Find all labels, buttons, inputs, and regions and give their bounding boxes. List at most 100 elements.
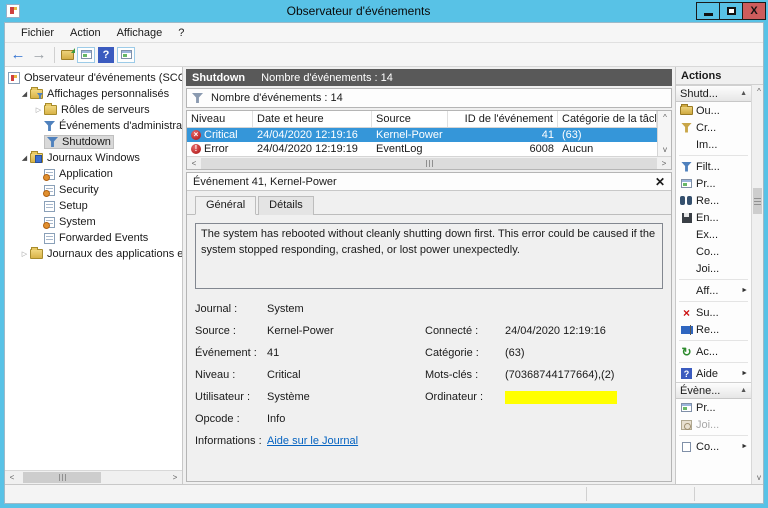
scrollbar-thumb[interactable] xyxy=(753,188,762,214)
show-action-pane-button[interactable] xyxy=(117,46,135,63)
scroll-right-icon[interactable]: > xyxy=(657,157,671,170)
filter-count-label: Nombre d'événements : 14 xyxy=(211,92,343,104)
actions-separator xyxy=(679,362,748,363)
table-row-error[interactable]: ! Error 24/04/2020 12:19:19 EventLog 600… xyxy=(187,142,657,156)
action-event-properties[interactable]: Pr... xyxy=(676,399,751,416)
table-horizontal-scrollbar[interactable]: < > xyxy=(187,156,671,169)
table-vertical-scrollbar[interactable]: ^ v xyxy=(657,111,671,156)
level-value: Critical xyxy=(267,369,301,381)
action-filter-current-view[interactable]: Filt... xyxy=(676,158,751,175)
collapse-icon[interactable]: ▲ xyxy=(740,387,747,394)
action-save-events[interactable]: En... xyxy=(676,209,751,226)
action-event-attach-task[interactable]: Joi... xyxy=(676,416,751,433)
tree-root-event-viewer[interactable]: Observateur d'événements (SCC xyxy=(5,70,182,86)
column-header-level[interactable]: Niveau xyxy=(187,111,253,127)
column-header-category[interactable]: Catégorie de la tâche xyxy=(558,111,657,127)
grip-icon xyxy=(754,197,761,205)
action-open-saved-log[interactable]: Ou... xyxy=(676,102,751,119)
column-header-source[interactable]: Source xyxy=(372,111,448,127)
back-button[interactable]: ← xyxy=(9,46,27,63)
content-area: Observateur d'événements (SCC ◢ Affichag… xyxy=(5,67,763,484)
close-button[interactable]: X xyxy=(742,2,766,20)
column-header-event-id[interactable]: ID de l'événement xyxy=(448,111,558,127)
action-export[interactable]: Ex... xyxy=(676,226,751,243)
expander-icon[interactable]: ▷ xyxy=(33,106,44,114)
collapse-icon[interactable]: ▲ xyxy=(740,90,747,97)
open-saved-log-button[interactable] xyxy=(61,47,75,60)
actions-section-shutdown[interactable]: Shutd... ▲ xyxy=(676,85,751,102)
tab-general[interactable]: Général xyxy=(195,196,257,215)
tree-item-setup[interactable]: Setup xyxy=(5,198,182,214)
action-rename[interactable]: Re... xyxy=(676,321,751,338)
tree-item-system[interactable]: System xyxy=(5,214,182,230)
tree-item-admin-events[interactable]: Événements d'administrat xyxy=(5,118,182,134)
action-delete[interactable]: × Su... xyxy=(676,304,751,321)
expander-icon[interactable]: ◢ xyxy=(19,90,30,98)
scroll-down-icon[interactable]: v xyxy=(658,143,672,156)
tree-horizontal-scrollbar[interactable]: < > xyxy=(5,470,182,484)
menu-fichier[interactable]: Fichier xyxy=(13,25,62,41)
actions-separator xyxy=(679,340,748,341)
tree-item-apps-services-logs[interactable]: ▷ Journaux des applications et xyxy=(5,246,182,262)
action-import-custom-view[interactable]: Im... xyxy=(676,136,751,153)
column-header-date[interactable]: Date et heure xyxy=(253,111,372,127)
actions-vertical-scrollbar[interactable]: ^ v xyxy=(752,85,763,484)
scroll-right-icon[interactable]: > xyxy=(168,471,182,484)
scrollbar-thumb[interactable] xyxy=(23,472,101,483)
filter-summary-row: Nombre d'événements : 14 xyxy=(186,88,672,108)
scroll-up-icon[interactable]: ^ xyxy=(658,111,672,124)
expander-icon[interactable]: ▷ xyxy=(19,250,30,258)
console-tree-icon xyxy=(80,50,92,59)
scroll-left-icon[interactable]: < xyxy=(5,471,19,484)
app-body: Fichier Action Affichage ? ← → ? Observa… xyxy=(4,22,764,504)
actions-separator xyxy=(679,155,748,156)
tree-item-security[interactable]: Security xyxy=(5,182,182,198)
actions-section-event[interactable]: Évène... ▲ xyxy=(676,382,751,399)
custom-views-folder-icon xyxy=(30,87,43,99)
log-icon xyxy=(44,200,55,212)
help-button[interactable]: ? xyxy=(98,46,114,63)
event-table: Niveau Date et heure Source ID de l'évén… xyxy=(186,110,672,170)
action-view-submenu[interactable]: Aff... ► xyxy=(676,282,751,299)
scroll-down-icon[interactable]: v xyxy=(752,471,763,484)
event-id-label: Événement : xyxy=(195,347,257,359)
tree-item-forwarded-events[interactable]: Forwarded Events xyxy=(5,230,182,246)
source-label: Source : xyxy=(195,325,236,337)
action-help-submenu[interactable]: ? Aide ► xyxy=(676,365,751,382)
close-icon[interactable]: ✕ xyxy=(655,175,665,189)
log-icon xyxy=(43,168,55,181)
menu-affichage[interactable]: Affichage xyxy=(109,25,171,41)
actions-list: Shutd... ▲ Ou... Cr... Im... Filt... Pr.… xyxy=(676,85,752,484)
tree-item-application[interactable]: Application xyxy=(5,166,182,182)
tree-item-shutdown[interactable]: Shutdown xyxy=(5,134,182,150)
minimize-button[interactable] xyxy=(696,2,720,20)
forward-button[interactable]: → xyxy=(30,46,48,63)
action-refresh[interactable]: ↻ Ac... xyxy=(676,343,751,360)
scroll-up-icon[interactable]: ^ xyxy=(752,85,763,98)
maximize-button[interactable] xyxy=(719,2,743,20)
show-console-tree-button[interactable] xyxy=(77,46,95,63)
tree-item-server-roles[interactable]: ▷ Rôles de serveurs xyxy=(5,102,182,118)
table-row-critical[interactable]: × Critical 24/04/2020 12:19:16 Kernel-Po… xyxy=(187,128,657,142)
action-create-custom-view[interactable]: Cr... xyxy=(676,119,751,136)
details-body: The system has rebooted without cleanly … xyxy=(187,215,671,481)
action-attach-task[interactable]: Joi... xyxy=(676,260,751,277)
scrollbar-thumb[interactable] xyxy=(201,157,657,169)
tree-item-custom-views[interactable]: ◢ Affichages personnalisés xyxy=(5,86,182,102)
expander-icon[interactable]: ◢ xyxy=(19,154,30,162)
menu-action[interactable]: Action xyxy=(62,25,109,41)
tab-details[interactable]: Détails xyxy=(258,196,314,215)
action-event-copy-submenu[interactable]: Co... ► xyxy=(676,438,751,455)
action-properties[interactable]: Pr... xyxy=(676,175,751,192)
table-header-row: Niveau Date et heure Source ID de l'évén… xyxy=(187,111,657,128)
menu-help[interactable]: ? xyxy=(170,25,192,41)
connected-label: Connecté : xyxy=(425,325,479,337)
toolbar-separator xyxy=(54,46,55,63)
action-copy[interactable]: Co... xyxy=(676,243,751,260)
scroll-left-icon[interactable]: < xyxy=(187,157,201,170)
log-help-link[interactable]: Aide sur le Journal xyxy=(267,435,358,447)
action-find[interactable]: Re... xyxy=(676,192,751,209)
event-message[interactable]: The system has rebooted without cleanly … xyxy=(195,223,663,289)
tree-item-windows-logs[interactable]: ◢ Journaux Windows xyxy=(5,150,182,166)
properties-icon xyxy=(681,403,692,412)
